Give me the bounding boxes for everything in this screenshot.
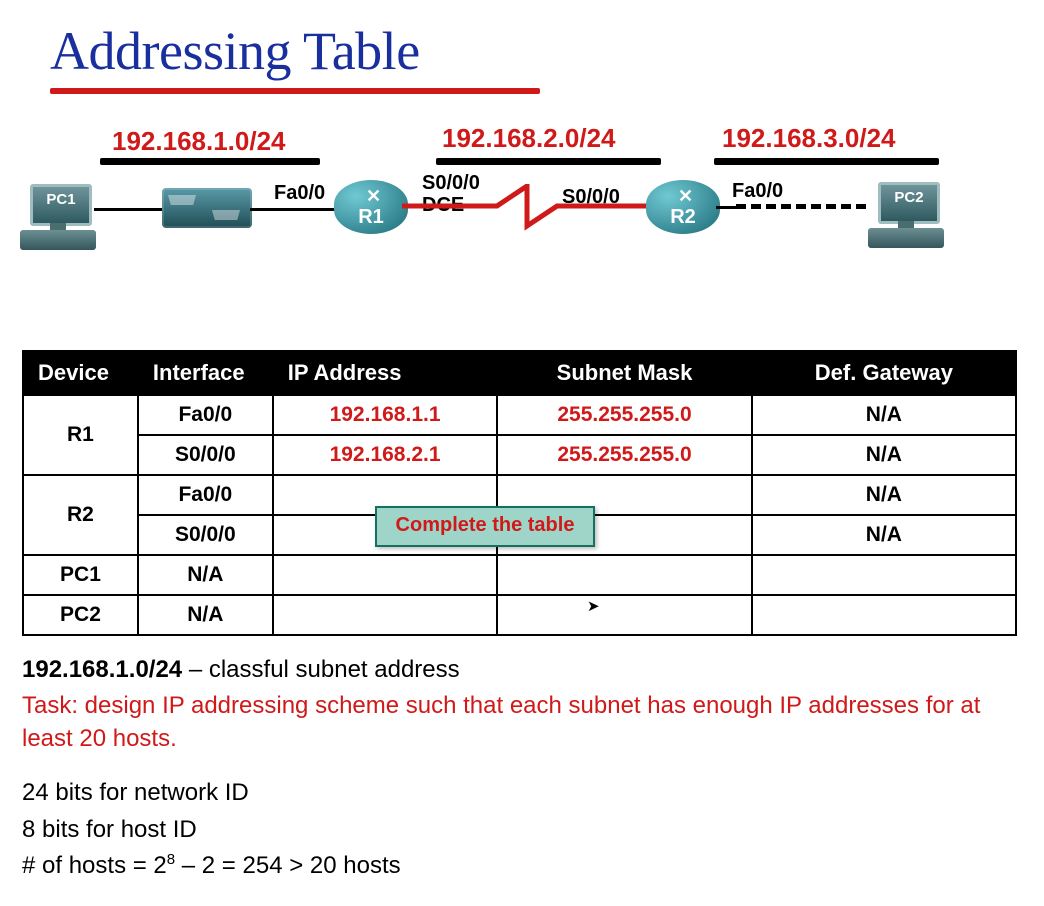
cell-mask: 255.255.255.0 [497, 435, 751, 475]
classful-address: 192.168.1.0/24 [22, 656, 182, 683]
pc2-icon: PC2 [868, 182, 944, 248]
cell-gw: N/A [752, 515, 1016, 555]
network-bar-2 [436, 158, 661, 165]
table-row: PC1 N/A [23, 555, 1016, 595]
switch-icon [162, 188, 252, 228]
th-device: Device [23, 351, 138, 395]
hosts-pre: # of hosts = 2 [22, 852, 167, 879]
cell-device: PC2 [23, 595, 138, 635]
cell-device: PC1 [23, 555, 138, 595]
router-r1-label: R1 [334, 206, 408, 229]
network-bar-3 [714, 158, 939, 165]
pc2-label: PC2 [885, 189, 933, 206]
note-line-1: 192.168.1.0/24 – classful subnet address [22, 654, 992, 686]
pc1-icon: PC1 [20, 184, 96, 250]
cell-ip [273, 595, 498, 635]
cell-gw [752, 595, 1016, 635]
cell-gw: N/A [752, 475, 1016, 515]
note-line-3: 24 bits for network ID [22, 777, 992, 809]
link-switch-r1 [250, 208, 340, 211]
cell-gw: N/A [752, 395, 1016, 435]
router-r2-icon: ✕ R2 [646, 180, 720, 234]
link-r2-pc2 [736, 204, 866, 209]
cell-iface: N/A [138, 555, 273, 595]
table-header-row: Device Interface IP Address Subnet Mask … [23, 351, 1016, 395]
title-underline [50, 88, 540, 94]
cell-mask [497, 555, 751, 595]
network-label-2: 192.168.2.0/24 [442, 123, 616, 154]
cell-iface: S0/0/0 [138, 515, 273, 555]
cell-mask: 255.255.255.0 [497, 395, 751, 435]
router-r2-label: R2 [646, 206, 720, 229]
link-pc1-switch [94, 208, 164, 211]
network-topology-diagram: 192.168.1.0/24 192.168.2.0/24 192.168.3.… [22, 136, 1022, 316]
cell-ip [273, 555, 498, 595]
classful-desc: – classful subnet address [182, 656, 460, 683]
notes-block: 192.168.1.0/24 – classful subnet address… [22, 654, 992, 882]
network-label-3: 192.168.3.0/24 [722, 123, 896, 154]
hosts-exp: 8 [167, 851, 175, 868]
note-line-4: 8 bits for host ID [22, 814, 992, 846]
complete-table-callout: Complete the table [375, 506, 595, 547]
spacer [22, 759, 992, 773]
th-ip: IP Address [273, 351, 498, 395]
task-line: Task: design IP addressing scheme such t… [22, 690, 992, 755]
table-row: S0/0/0 192.168.2.1 255.255.255.0 N/A [23, 435, 1016, 475]
th-gateway: Def. Gateway [752, 351, 1016, 395]
cell-iface: Fa0/0 [138, 475, 273, 515]
router-r1-icon: ✕ R1 [334, 180, 408, 234]
pc1-label: PC1 [37, 191, 85, 208]
network-bar-1 [100, 158, 320, 165]
addressing-table-wrapper: Device Interface IP Address Subnet Mask … [22, 350, 1017, 636]
cell-iface: S0/0/0 [138, 435, 273, 475]
cell-ip: 192.168.1.1 [273, 395, 498, 435]
note-line-5: # of hosts = 28 – 2 = 254 > 20 hosts [22, 850, 992, 882]
addressing-table: Device Interface IP Address Subnet Mask … [22, 350, 1017, 636]
cell-gw [752, 555, 1016, 595]
r2-s000-label: S0/0/0 [562, 186, 620, 209]
cell-device: R2 [23, 475, 138, 555]
table-row: R1 Fa0/0 192.168.1.1 255.255.255.0 N/A [23, 395, 1016, 435]
table-row: PC2 N/A [23, 595, 1016, 635]
cell-device: R1 [23, 395, 138, 475]
cell-gw: N/A [752, 435, 1016, 475]
cell-iface: N/A [138, 595, 273, 635]
link-r2-stub [716, 206, 736, 209]
cell-mask [497, 595, 751, 635]
cell-ip: 192.168.2.1 [273, 435, 498, 475]
th-interface: Interface [138, 351, 273, 395]
network-label-1: 192.168.1.0/24 [112, 126, 286, 157]
page-title: Addressing Table [50, 20, 1022, 82]
cell-iface: Fa0/0 [138, 395, 273, 435]
r2-fa00-label: Fa0/0 [732, 180, 783, 203]
r1-fa00-label: Fa0/0 [274, 182, 325, 205]
hosts-post: – 2 = 254 > 20 hosts [175, 852, 401, 879]
th-mask: Subnet Mask [497, 351, 751, 395]
